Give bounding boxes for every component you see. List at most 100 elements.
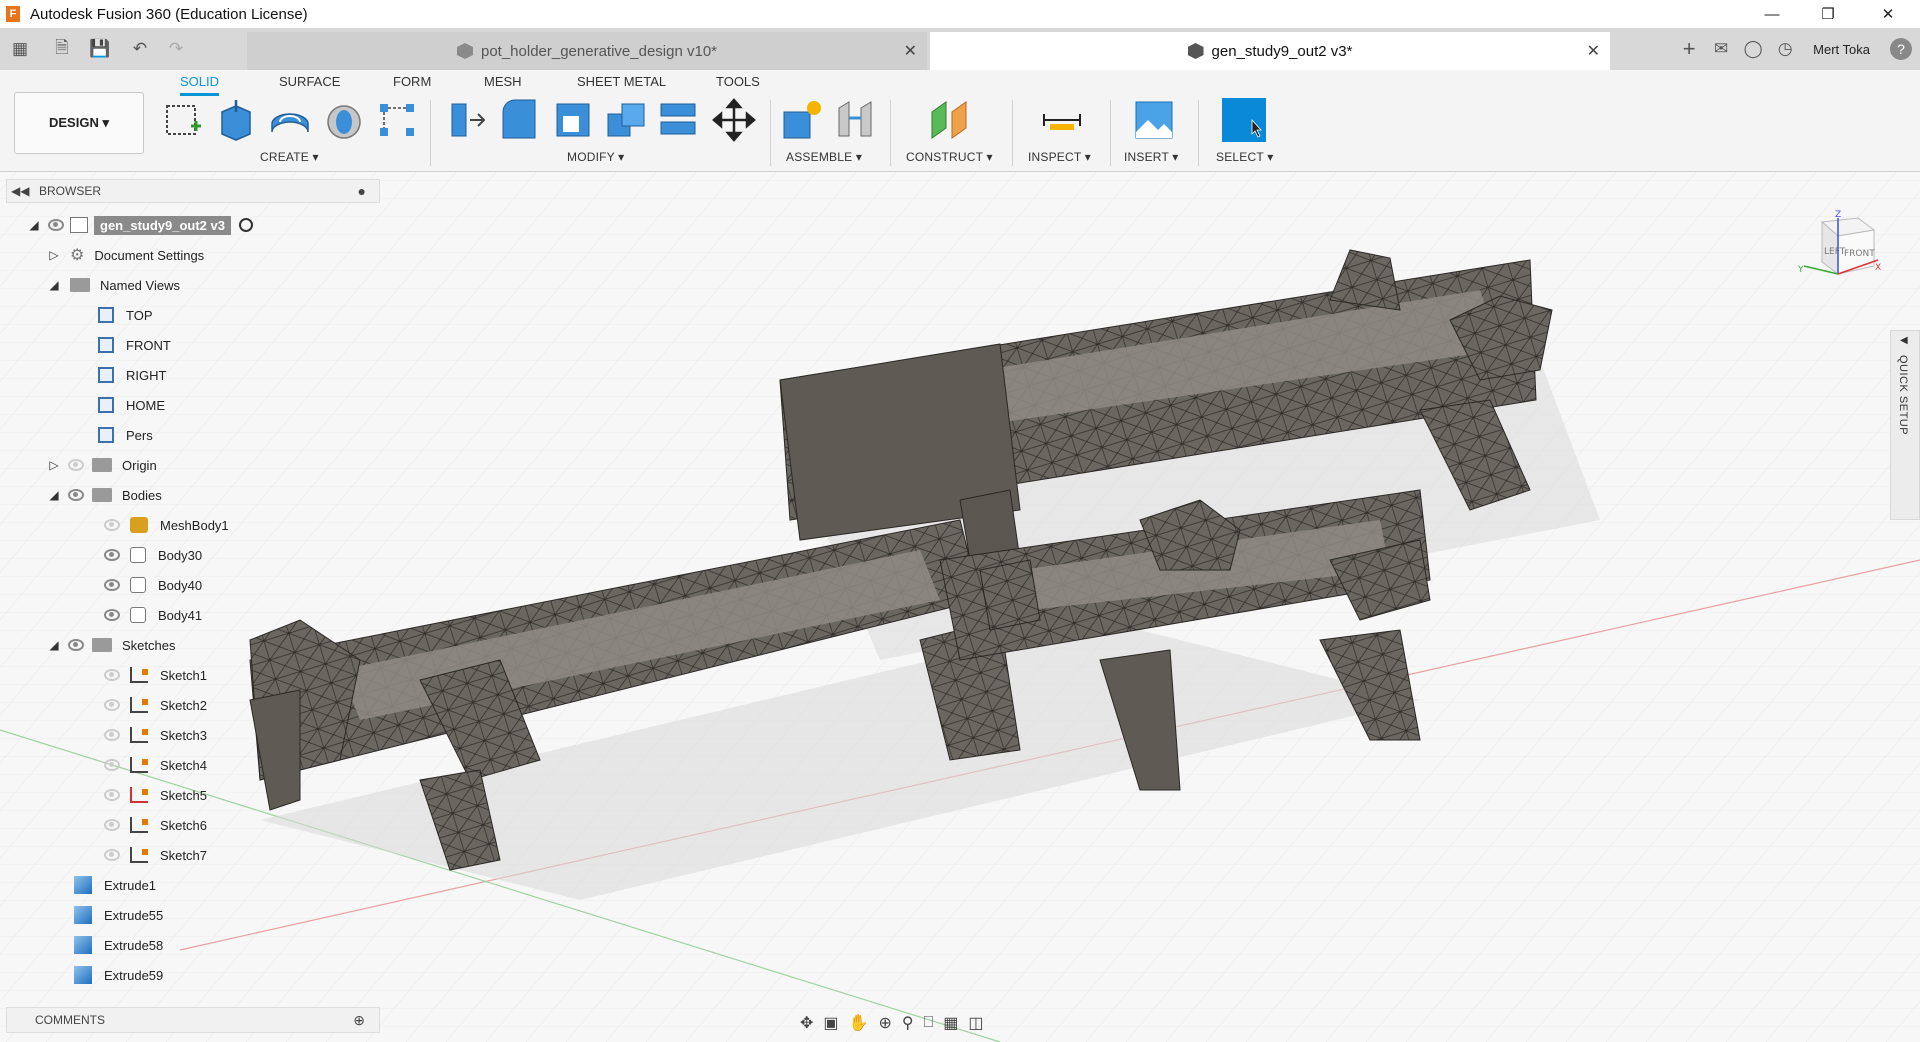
tab-solid[interactable]: SOLID <box>180 74 220 96</box>
sketches-row[interactable]: ◢ Sketches <box>46 632 175 658</box>
named-views-row[interactable]: ◢ Named Views <box>46 272 180 298</box>
tab-mesh[interactable]: MESH <box>484 74 522 89</box>
minimize-button[interactable]: — <box>1744 0 1800 28</box>
inspect-group-label[interactable]: INSPECT ▾ <box>1028 150 1091 164</box>
save-icon[interactable]: 💾 <box>84 33 116 65</box>
tab-surface[interactable]: SURFACE <box>279 74 340 89</box>
viewcube-left-face[interactable]: LEFT <box>1824 247 1846 257</box>
insert-image-icon[interactable] <box>1132 98 1176 142</box>
named-view-home[interactable]: HOME <box>98 392 165 418</box>
sketch-2[interactable]: Sketch2 <box>98 692 207 718</box>
pan-hand-icon[interactable]: ✋ <box>849 1013 869 1033</box>
body-body30[interactable]: Body30 <box>98 542 202 568</box>
zoom-icon[interactable]: ⊕ <box>878 1013 891 1033</box>
body-body41[interactable]: Body41 <box>98 602 202 628</box>
feature-extrude58[interactable]: Extrude58 <box>74 932 163 958</box>
visibility-eye-icon[interactable] <box>104 819 120 831</box>
user-name[interactable]: Mert Toka <box>1813 42 1870 57</box>
select-group-label[interactable]: SELECT ▾ <box>1216 150 1273 164</box>
minimize-panel-icon[interactable]: ● <box>358 183 366 199</box>
create-sketch-icon[interactable] <box>161 98 205 142</box>
new-component-icon[interactable] <box>780 98 824 142</box>
activate-radio-icon[interactable] <box>239 218 253 232</box>
view-cube[interactable]: LEFT FRONT Z X Y <box>1798 210 1882 294</box>
workspace-switcher[interactable]: DESIGN ▾ <box>14 92 144 154</box>
origin-row[interactable]: ▷ Origin <box>46 452 156 478</box>
sketch-1[interactable]: Sketch1 <box>98 662 207 688</box>
look-at-icon[interactable]: ▣ <box>823 1013 838 1033</box>
sketch-3[interactable]: Sketch3 <box>98 722 207 748</box>
named-view-front[interactable]: FRONT <box>98 332 171 358</box>
select-tool-icon[interactable] <box>1222 98 1266 142</box>
visibility-eye-icon[interactable] <box>104 789 120 801</box>
browser-header[interactable]: ◀◀ BROWSER ● <box>6 179 380 203</box>
close-window-button[interactable]: ✕ <box>1860 0 1916 28</box>
tab-gen-study[interactable]: gen_study9_out2 v3* ✕ <box>930 32 1610 70</box>
visibility-eye-icon[interactable] <box>104 609 120 621</box>
expand-triangle-icon[interactable]: ▷ <box>46 247 62 263</box>
help-icon[interactable]: ? <box>1890 38 1912 60</box>
move-icon[interactable] <box>712 98 756 142</box>
revolve-icon[interactable] <box>268 98 312 142</box>
data-panel-grid-icon[interactable]: ▦ <box>4 33 36 65</box>
notifications-icon[interactable]: ✉ <box>1705 33 1737 65</box>
history-clock-icon[interactable]: ◷ <box>1769 33 1801 65</box>
display-settings-icon[interactable]: ⎕ <box>924 1014 934 1032</box>
collapse-browser-icon[interactable]: ◀◀ <box>11 184 31 198</box>
visibility-eye-icon[interactable] <box>104 519 120 531</box>
close-tab-icon[interactable]: ✕ <box>1587 41 1600 61</box>
named-view-right[interactable]: RIGHT <box>98 362 166 388</box>
sketch-4[interactable]: Sketch4 <box>98 752 207 778</box>
visibility-eye-icon[interactable] <box>104 579 120 591</box>
extrude-icon[interactable] <box>214 98 258 142</box>
feature-extrude1[interactable]: Extrude1 <box>74 872 156 898</box>
construct-group-label[interactable]: CONSTRUCT ▾ <box>906 150 993 164</box>
visibility-eye-icon[interactable] <box>68 489 84 501</box>
feature-extrude55[interactable]: Extrude55 <box>74 902 163 928</box>
insert-group-label[interactable]: INSERT ▾ <box>1124 150 1179 164</box>
visibility-eye-icon[interactable] <box>104 729 120 741</box>
assemble-group-label[interactable]: ASSEMBLE ▾ <box>786 150 862 164</box>
visibility-eye-icon[interactable] <box>104 849 120 861</box>
close-tab-icon[interactable]: ✕ <box>904 41 917 61</box>
redo-icon[interactable]: ↷ <box>160 33 192 65</box>
visibility-eye-icon[interactable] <box>68 459 84 471</box>
collapse-arrow-icon[interactable]: ◀ <box>1900 335 1908 346</box>
fillet-icon[interactable] <box>497 98 541 142</box>
grid-settings-icon[interactable]: ▦ <box>943 1013 958 1033</box>
orbit-icon[interactable]: ✥ <box>800 1013 813 1033</box>
combine-icon[interactable] <box>604 98 648 142</box>
visibility-eye-icon[interactable] <box>48 219 64 231</box>
expand-triangle-icon[interactable]: ▷ <box>46 457 62 473</box>
collapse-triangle-icon[interactable]: ◢ <box>46 487 62 503</box>
browser-root[interactable]: ◢ gen_study9_out2 v3 <box>26 212 253 238</box>
collapse-triangle-icon[interactable]: ◢ <box>26 217 42 233</box>
named-view-pers[interactable]: Pers <box>98 422 153 448</box>
visibility-eye-icon[interactable] <box>68 639 84 651</box>
sketch-5[interactable]: Sketch5 <box>98 782 207 808</box>
press-pull-icon[interactable] <box>444 98 488 142</box>
comments-panel[interactable]: COMMENTS ⊕ <box>6 1007 380 1033</box>
create-group-label[interactable]: CREATE ▾ <box>260 150 319 164</box>
named-view-top[interactable]: TOP <box>98 302 153 328</box>
tab-pot-holder[interactable]: pot_holder_generative_design v10* ✕ <box>247 32 927 70</box>
body-body40[interactable]: Body40 <box>98 572 202 598</box>
offset-plane-icon[interactable] <box>928 98 972 142</box>
visibility-eye-icon[interactable] <box>104 669 120 681</box>
tab-tools[interactable]: TOOLS <box>716 74 760 89</box>
modify-group-label[interactable]: MODIFY ▾ <box>567 150 624 164</box>
sketch-6[interactable]: Sketch6 <box>98 812 207 838</box>
split-body-icon[interactable] <box>657 98 701 142</box>
visibility-eye-icon[interactable] <box>104 699 120 711</box>
new-tab-icon[interactable]: + <box>1673 33 1705 65</box>
bodies-row[interactable]: ◢ Bodies <box>46 482 161 508</box>
sketch-7[interactable]: Sketch7 <box>98 842 207 868</box>
fit-icon[interactable]: ⚲ <box>902 1013 914 1033</box>
job-status-icon[interactable]: ◯ <box>1737 33 1769 65</box>
tab-form[interactable]: FORM <box>393 74 431 89</box>
collapse-triangle-icon[interactable]: ◢ <box>46 637 62 653</box>
collapse-triangle-icon[interactable]: ◢ <box>46 277 62 293</box>
tab-sheet-metal[interactable]: SHEET METAL <box>577 74 666 89</box>
shell-icon[interactable] <box>551 98 595 142</box>
feature-extrude59[interactable]: Extrude59 <box>74 962 163 988</box>
